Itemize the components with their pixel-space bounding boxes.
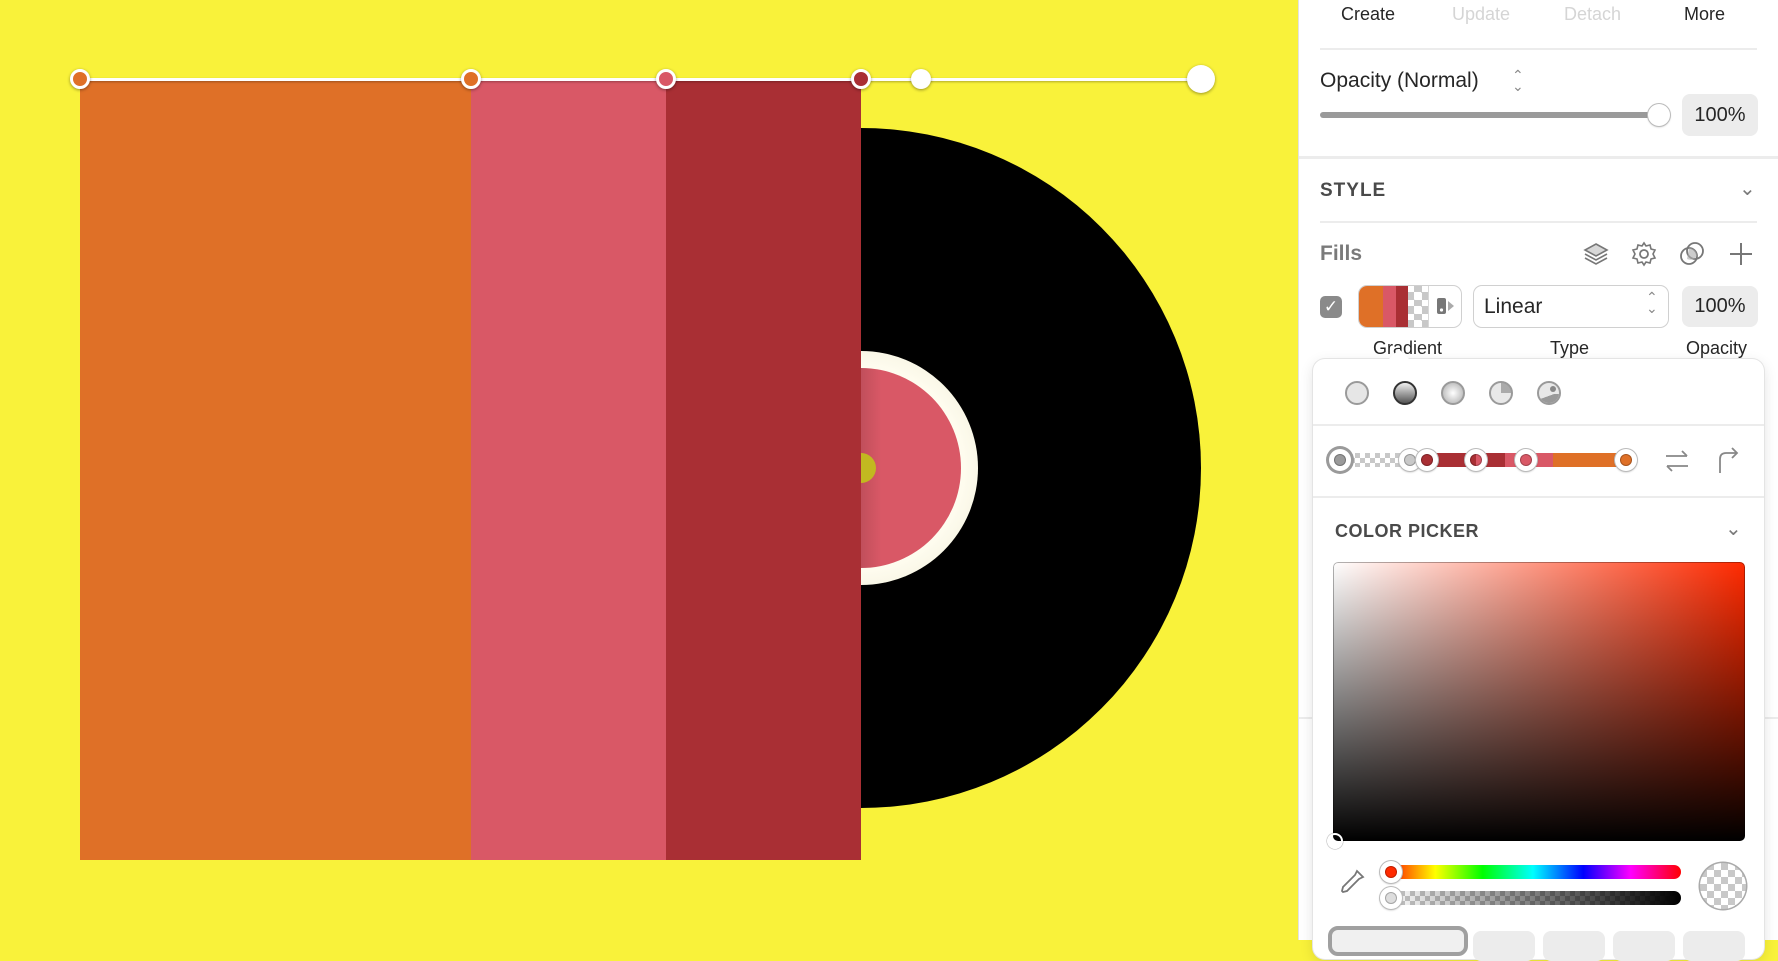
popover-arrow	[1388, 349, 1410, 360]
fill-opacity-value[interactable]: 100%	[1682, 286, 1758, 327]
band-orange	[80, 79, 471, 860]
gradient-swatch-button[interactable]	[1359, 286, 1461, 327]
hue-slider-thumb[interactable]	[1380, 861, 1402, 883]
radial-gradient-icon[interactable]	[1441, 381, 1465, 405]
album-cover[interactable]	[80, 79, 861, 860]
blend-mode-icon[interactable]	[1678, 240, 1706, 268]
opacity-value[interactable]: 100%	[1682, 94, 1758, 136]
opacity-mode-label[interactable]: Opacity (Normal)	[1320, 69, 1479, 93]
chevron-down-icon[interactable]: ⌄	[1725, 516, 1742, 541]
more-button[interactable]: More	[1684, 4, 1725, 25]
fill-type-value: Linear	[1484, 295, 1543, 318]
color-model-tab-selected[interactable]	[1328, 926, 1468, 956]
band-pink	[471, 79, 666, 860]
linear-gradient-icon[interactable]	[1393, 381, 1417, 405]
fill-type-select[interactable]: Linear ⌃ ⌄	[1474, 286, 1668, 327]
swatch-orange	[1359, 286, 1383, 327]
color-model-tab[interactable]	[1473, 931, 1535, 961]
color-preview	[1700, 863, 1746, 909]
update-button[interactable]: Update	[1452, 4, 1510, 25]
swatch-pink	[1383, 286, 1396, 327]
solid-fill-icon[interactable]	[1345, 381, 1369, 405]
divider	[1313, 424, 1764, 426]
chevron-down-icon[interactable]: ⌄	[1739, 176, 1756, 201]
gradient-swatch-icon	[1437, 298, 1454, 314]
section-divider	[1299, 156, 1778, 159]
swatch-red	[1396, 286, 1408, 327]
gradient-handle-transparent[interactable]	[911, 69, 931, 89]
design-canvas[interactable]	[0, 0, 1298, 940]
gradient-stop-4[interactable]	[1515, 449, 1537, 471]
gradient-handle-line	[80, 78, 1202, 81]
gradient-handle-pink[interactable]	[656, 69, 676, 89]
opacity-slider-thumb[interactable]	[1648, 104, 1670, 126]
fill-enabled-checkbox[interactable]: ✓	[1320, 296, 1342, 318]
create-button[interactable]: Create	[1341, 4, 1395, 25]
gradient-stop-0[interactable]	[1329, 449, 1351, 471]
divider	[1320, 48, 1757, 50]
gradient-handle-end[interactable]	[1187, 65, 1215, 93]
fills-title: Fills	[1320, 242, 1363, 265]
swatch-transparent	[1408, 286, 1428, 327]
color-model-tab[interactable]	[1543, 931, 1605, 961]
color-picker-title: COLOR PICKER	[1335, 521, 1480, 541]
gradient-popover: COLOR PICKER ⌄	[1313, 359, 1764, 961]
color-model-tab[interactable]	[1613, 931, 1675, 961]
image-fill-icon[interactable]	[1537, 381, 1561, 405]
divider	[1313, 496, 1764, 498]
alpha-slider[interactable]	[1385, 891, 1681, 905]
color-picker-handle[interactable]	[1327, 833, 1343, 849]
divider	[1320, 221, 1757, 223]
type-caption: Type	[1550, 338, 1590, 358]
opacity-caption: Opacity	[1686, 338, 1748, 358]
hue-slider[interactable]	[1385, 865, 1681, 879]
angular-gradient-icon[interactable]	[1489, 381, 1513, 405]
add-fill-icon[interactable]	[1727, 240, 1755, 268]
layers-icon[interactable]	[1582, 240, 1610, 268]
gradient-handle-orange-start[interactable]	[70, 69, 90, 89]
gradient-stop-3[interactable]	[1465, 449, 1487, 471]
swap-stops-icon[interactable]	[1662, 447, 1692, 475]
opacity-slider-track[interactable]	[1320, 112, 1658, 118]
gradient-stop-2[interactable]	[1416, 449, 1438, 471]
gradient-handle-orange-end[interactable]	[461, 69, 481, 89]
rotate-gradient-icon[interactable]	[1715, 445, 1741, 475]
detach-button[interactable]: Detach	[1564, 4, 1621, 25]
gradient-stop-5[interactable]	[1615, 449, 1637, 471]
eyedropper-icon[interactable]	[1337, 867, 1367, 897]
select-stepper-icon: ⌃ ⌄	[1646, 289, 1658, 316]
gradient-handle-red[interactable]	[851, 69, 871, 89]
color-model-tab[interactable]	[1683, 931, 1745, 961]
saturation-brightness-area[interactable]	[1333, 562, 1745, 841]
alpha-slider-thumb[interactable]	[1380, 887, 1402, 909]
opacity-mode-stepper-icon[interactable]: ⌃ ⌄	[1512, 68, 1524, 93]
band-red	[666, 79, 861, 860]
gear-icon[interactable]	[1630, 240, 1658, 268]
style-section-title: STYLE	[1320, 180, 1387, 201]
